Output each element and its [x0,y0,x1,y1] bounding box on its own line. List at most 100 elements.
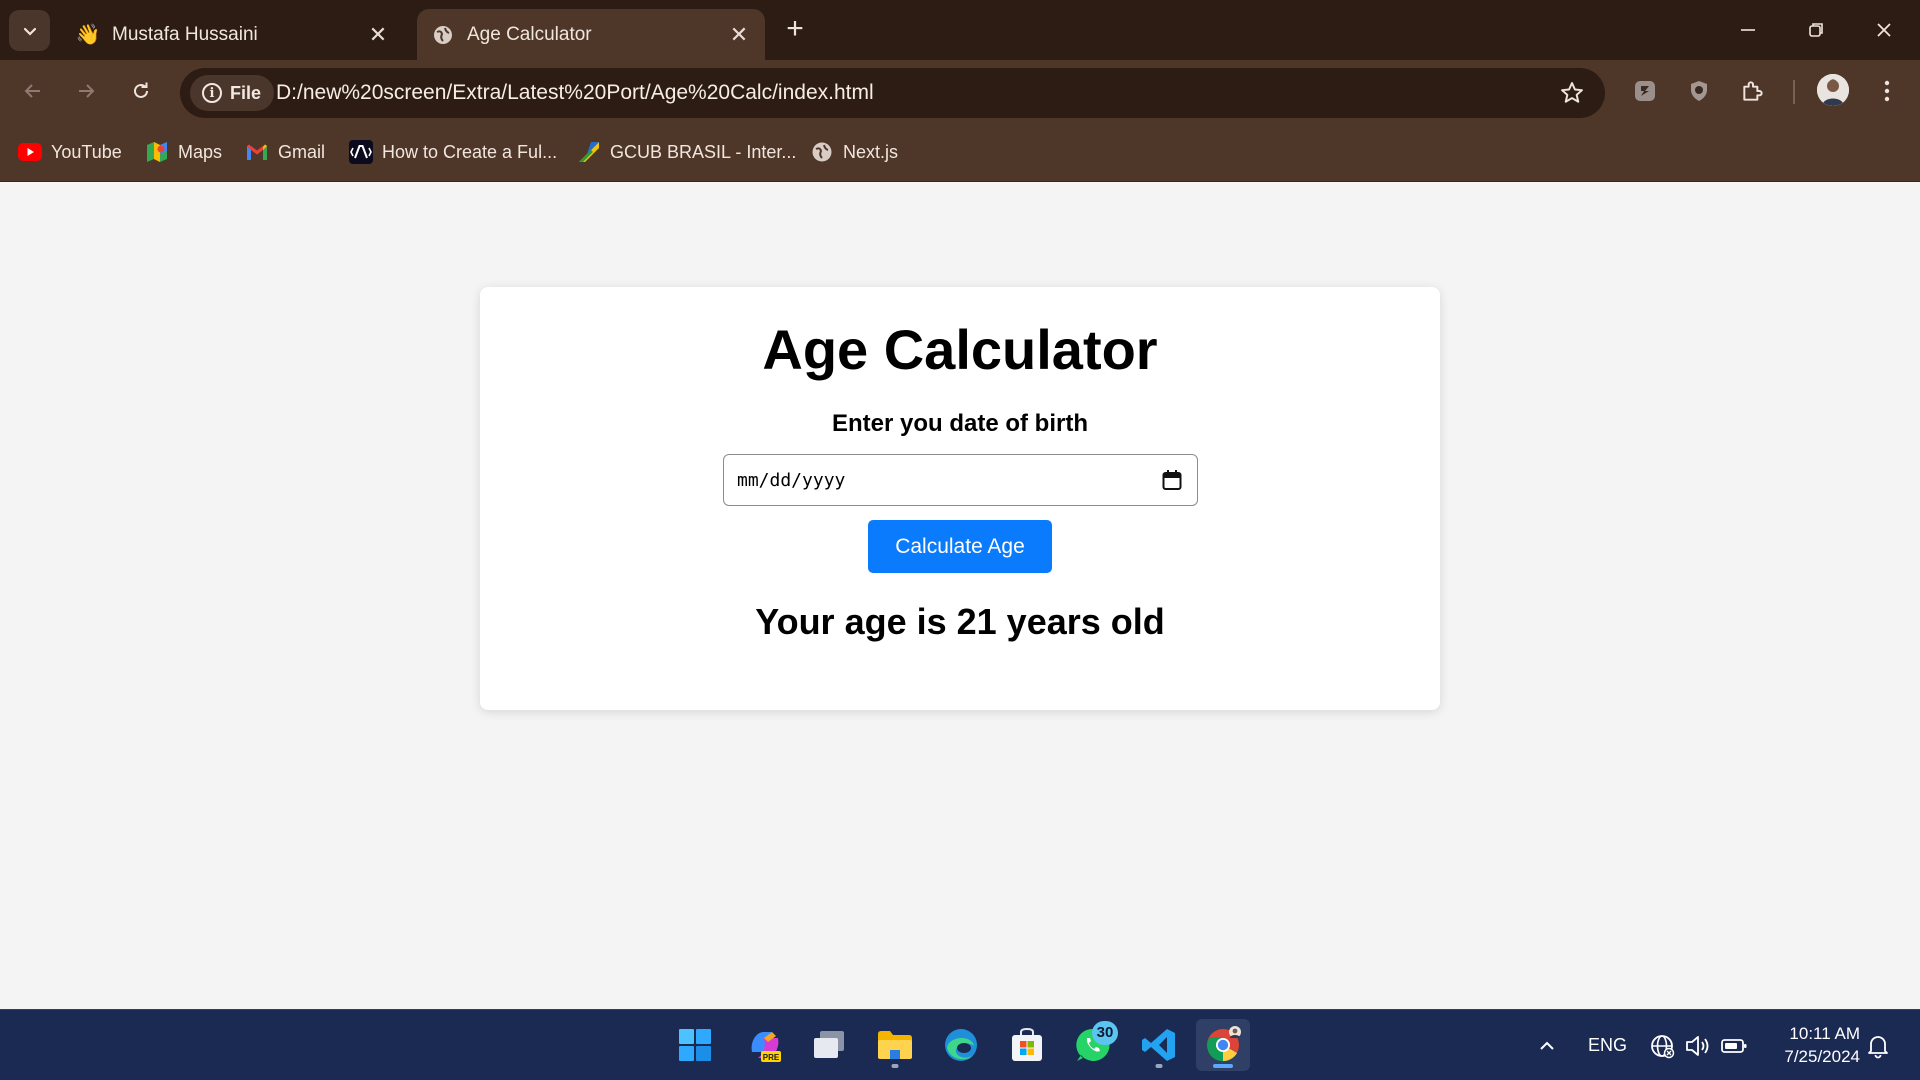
forward-button[interactable] [67,72,105,110]
clock-date: 7/25/2024 [1784,1047,1860,1066]
site-info-label: File [230,82,262,103]
chevron-down-icon [23,27,36,36]
maps-icon [145,140,169,164]
bookmark-how-to-create[interactable]: How to Create a Ful... [349,138,557,166]
bell-icon [1868,1035,1888,1058]
restore-button[interactable] [1795,10,1837,50]
vscode-icon [1142,1029,1175,1061]
minimize-icon [1741,29,1755,31]
extension-translate-icon[interactable] [1628,74,1662,108]
info-icon: i [202,83,222,103]
notifications-button[interactable] [1866,1010,1890,1080]
page-title: Age Calculator [762,318,1158,381]
system-clock[interactable]: 10:11 AM 7/25/2024 [1766,1022,1860,1068]
bookmarks-bar: YouTube Maps Gmail How to Create a Ful..… [0,122,1920,182]
close-icon[interactable]: ✕ [727,22,751,47]
date-placeholder: mm/dd/yyyy [737,470,846,491]
network-button[interactable] [1649,1010,1675,1080]
new-tab-button[interactable]: + [779,14,811,46]
vscode-button[interactable] [1132,1019,1186,1071]
bookmark-nextjs[interactable]: Next.js [810,138,898,166]
bookmark-label: Next.js [843,141,899,162]
gmail-icon [245,140,269,164]
tab-title: Age Calculator [467,23,592,45]
chevron-up-icon [1540,1041,1554,1050]
tab-title: Mustafa Hussaini [112,23,258,45]
tab-search-button[interactable] [9,10,50,51]
globe-icon [431,23,455,47]
close-icon[interactable]: ✕ [366,22,390,47]
show-hidden-icons-button[interactable] [1536,1010,1558,1080]
chrome-button[interactable] [1196,1019,1250,1071]
dev-icon [349,140,373,164]
address-bar[interactable]: i File D:/new%20screen/Extra/Latest%20Po… [180,68,1605,118]
extensions-puzzle-icon[interactable] [1736,74,1770,108]
extension-shield-icon[interactable] [1682,74,1716,108]
calendar-icon[interactable] [1161,469,1183,491]
url-text[interactable]: D:/new%20screen/Extra/Latest%20Port/Age%… [276,68,874,118]
windows-taskbar: PRE 30 ENG 10:11 AM 7/25/2024 [0,1009,1920,1080]
bookmark-youtube[interactable]: YouTube [18,138,122,166]
tab-age-calculator[interactable]: Age Calculator ✕ [417,9,765,60]
task-view-button[interactable] [802,1019,856,1071]
globe-icon [810,140,834,164]
browser-toolbar: i File D:/new%20screen/Extra/Latest%20Po… [0,60,1920,122]
microsoft-store-button[interactable] [1000,1019,1054,1071]
tab-mustafa-hussaini[interactable]: 👋 Mustafa Hussaini ✕ [62,9,404,60]
language-indicator[interactable]: ENG [1588,1010,1627,1080]
profile-avatar[interactable] [1817,74,1849,106]
svg-text:PRE: PRE [763,1053,780,1062]
copilot-button[interactable]: PRE [738,1019,792,1071]
microsoft-store-icon [1012,1027,1042,1061]
site-info-chip[interactable]: i File [190,75,274,111]
language-label: ENG [1588,1035,1628,1055]
volume-icon [1686,1035,1709,1056]
globe-network-icon [1651,1034,1675,1058]
battery-button[interactable] [1720,1010,1748,1080]
arrow-right-icon [79,84,95,98]
reload-icon [134,82,148,98]
bookmark-maps[interactable]: Maps [145,138,222,166]
bookmark-label: YouTube [51,141,122,162]
bookmark-label: Maps [178,141,223,162]
toolbar-divider [1793,80,1795,104]
reload-button[interactable] [122,72,160,110]
windows-start-button[interactable] [668,1019,722,1071]
bookmark-label: GCUB BRASIL - Inter... [610,141,797,162]
restore-icon [1809,23,1823,37]
file-explorer-button[interactable] [868,1019,922,1071]
age-calculator-card: Age Calculator Enter you date of birth m… [480,287,1440,710]
date-of-birth-input[interactable]: mm/dd/yyyy [723,454,1198,506]
tab-strip: 👋 Mustafa Hussaini ✕ Age Calculator ✕ + [0,0,1920,60]
notification-badge: 30 [1092,1021,1118,1045]
bookmark-gcub-brasil[interactable]: GCUB BRASIL - Inter... [577,138,796,166]
chrome-icon [1207,1026,1241,1062]
youtube-icon [18,140,42,164]
close-icon [1877,23,1891,37]
running-indicator [891,1064,899,1068]
volume-button[interactable] [1684,1010,1712,1080]
page-viewport: Age Calculator Enter you date of birth m… [0,182,1920,1009]
clock-time: 10:11 AM [1789,1024,1860,1043]
edge-icon [945,1029,977,1061]
dob-label: Enter you date of birth [831,410,1088,437]
browser-menu-button[interactable] [1868,72,1906,110]
task-view-icon [814,1031,844,1058]
arrow-left-icon [24,84,40,98]
bookmark-star-icon[interactable] [1557,78,1587,108]
age-result: Your age is 21 years old [755,601,1165,642]
gcub-icon [577,140,601,164]
close-window-button[interactable] [1863,10,1905,50]
file-explorer-icon [878,1031,912,1059]
minimize-button[interactable] [1727,10,1769,50]
bookmark-gmail[interactable]: Gmail [245,138,325,166]
active-indicator [1213,1064,1233,1068]
edge-button[interactable] [934,1019,988,1071]
back-button[interactable] [14,72,52,110]
battery-icon [1721,1038,1747,1053]
bookmark-label: Gmail [278,141,326,162]
more-vertical-icon [1884,80,1890,102]
windows-start-icon [679,1029,711,1061]
calculate-age-button[interactable]: Calculate Age [868,520,1052,573]
whatsapp-button[interactable]: 30 [1066,1019,1120,1071]
